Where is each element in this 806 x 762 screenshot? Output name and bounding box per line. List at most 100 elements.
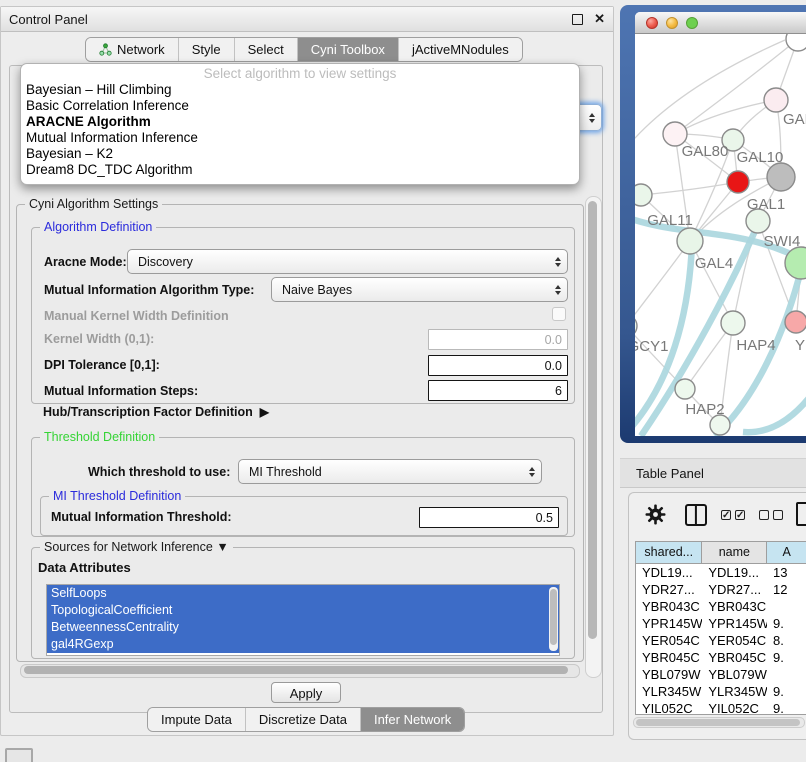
tab-style[interactable]: Style [178, 38, 234, 61]
manual-kernel-checkbox[interactable] [552, 307, 566, 321]
network-node[interactable] [764, 88, 788, 112]
manual-kernel-label: Manual Kernel Width Definition [44, 309, 229, 323]
network-node[interactable] [721, 311, 745, 335]
combo-arrows-icon [589, 110, 595, 126]
algorithm-option-basic-correlation-inference[interactable]: Basic Correlation Inference [21, 98, 579, 114]
network-edge[interactable] [690, 241, 733, 323]
table-cell: YDL19... [702, 564, 767, 581]
sources-title: Sources for Network Inference ▼ [40, 540, 233, 554]
table-row[interactable]: YER054CYER054C8. [636, 632, 806, 649]
algorithm-option-bayesian-k2[interactable]: Bayesian – K2 [21, 146, 579, 162]
table-cell [767, 666, 806, 683]
network-view-window: GALGAL80GAL10GAL1GAL11SWI4GAL4HAP4YGCY1H… [635, 12, 806, 436]
data-attribute-item[interactable]: SelfLoops [47, 585, 559, 602]
column-header-a[interactable]: A [767, 542, 806, 563]
float-window-icon[interactable] [572, 14, 583, 25]
network-node[interactable] [635, 315, 637, 337]
aracne-mode-label: Aracne Mode: [44, 255, 127, 269]
hub-definition-toggle[interactable]: Hub/Transcription Factor Definition▶ [43, 405, 269, 419]
network-node[interactable] [727, 171, 749, 193]
algorithm-option-mutual-information-inference[interactable]: Mutual Information Inference [21, 130, 579, 146]
tab-select[interactable]: Select [234, 38, 297, 61]
network-node-label: GAL1 [747, 196, 785, 213]
table-row[interactable]: YDR27...YDR27...12 [636, 581, 806, 598]
table-row[interactable]: YIL052CYIL052C9. [636, 700, 806, 715]
mi-algorithm-type-label: Mutual Information Algorithm Type: [44, 283, 254, 297]
split-columns-icon[interactable] [685, 504, 707, 526]
tab-label: Network [117, 42, 165, 57]
attributes-scrollbar-thumb[interactable] [550, 589, 557, 645]
zoom-traffic-light[interactable] [686, 17, 698, 29]
aracne-mode-combobox[interactable]: Discovery [127, 249, 568, 274]
network-edge[interactable] [675, 100, 776, 134]
kernel-width-field[interactable] [428, 329, 568, 350]
table-horizontal-scrollbar-thumb[interactable] [636, 719, 800, 726]
table-horizontal-scrollbar[interactable] [633, 717, 805, 728]
collapsed-panel-icon[interactable] [5, 748, 33, 762]
which-threshold-combobox[interactable]: MI Threshold [238, 459, 542, 484]
table-row[interactable]: YBR045CYBR045C9. [636, 649, 806, 666]
combo-arrows-icon [555, 282, 561, 298]
network-node[interactable] [675, 379, 695, 399]
cyni-toolbox-panel: Select algorithm to view settings Bayesi… [9, 65, 603, 713]
attributes-scrollbar[interactable] [549, 587, 558, 651]
table-row[interactable]: YDL19...YDL19...13 [636, 564, 806, 581]
network-node[interactable] [785, 311, 806, 333]
collapse-down-icon[interactable]: ▼ [216, 540, 228, 554]
cyni-algorithm-settings-group: Cyni Algorithm Settings Algorithm Defini… [16, 204, 584, 662]
settings-vertical-scrollbar-thumb[interactable] [588, 201, 597, 639]
network-node[interactable] [786, 34, 806, 51]
settings-horizontal-scrollbar-thumb[interactable] [24, 666, 568, 674]
tab-jactivemnodules[interactable]: jActiveMNodules [398, 38, 522, 61]
column-header-name[interactable]: name [702, 542, 767, 563]
dpi-tolerance-field[interactable] [428, 355, 568, 376]
tab-cyni-toolbox[interactable]: Cyni Toolbox [297, 38, 398, 61]
table-cell: YDR27... [702, 581, 767, 598]
document-icon[interactable] [796, 502, 806, 526]
apply-button[interactable]: Apply [271, 682, 341, 703]
settings-horizontal-scrollbar[interactable] [20, 664, 580, 678]
network-edge[interactable] [635, 40, 785, 152]
network-node[interactable] [635, 184, 652, 206]
algorithm-option-bayesian-hill-climbing[interactable]: Bayesian – Hill Climbing [21, 82, 579, 98]
tab-discretize-data[interactable]: Discretize Data [245, 708, 360, 731]
mi-threshold-definition-group: MI Threshold Definition Mutual Informati… [40, 496, 568, 536]
screen: Control Panel ✕ NetworkStyleSelectCyni T… [0, 0, 806, 762]
network-edge[interactable] [641, 182, 738, 195]
network-node[interactable] [677, 228, 703, 254]
network-node[interactable] [767, 163, 795, 191]
table-row[interactable]: YPR145WYPR145W9. [636, 615, 806, 632]
network-node-label: Y [795, 337, 805, 354]
table-row[interactable]: YLR345WYLR345W9. [636, 683, 806, 700]
mi-steps-field[interactable] [428, 380, 568, 401]
gear-icon[interactable] [645, 504, 666, 530]
table-cell: YBR043C [702, 598, 767, 615]
table-row[interactable]: YBL079WYBL079W [636, 666, 806, 683]
show-checked-columns-icon[interactable]: ✓ ✓ [721, 510, 745, 520]
table-row[interactable]: YBR043CYBR043C [636, 598, 806, 615]
settings-vertical-scrollbar[interactable] [585, 196, 602, 678]
mi-steps-label: Mutual Information Steps: [44, 384, 198, 398]
tab-network[interactable]: Network [86, 38, 178, 61]
tab-label: Style [192, 42, 221, 57]
network-node[interactable] [710, 415, 730, 435]
minimize-traffic-light[interactable] [666, 17, 678, 29]
settings-group-title: Cyni Algorithm Settings [25, 197, 162, 211]
mi-threshold-field[interactable] [419, 507, 559, 528]
table-cell: 9. [767, 615, 806, 632]
tab-infer-network[interactable]: Infer Network [360, 708, 464, 731]
close-icon[interactable]: ✕ [594, 13, 605, 25]
data-attribute-item[interactable]: BetweennessCentrality [47, 619, 559, 636]
network-canvas[interactable]: GALGAL80GAL10GAL1GAL11SWI4GAL4HAP4YGCY1H… [635, 34, 806, 436]
tab-label: jActiveMNodules [412, 42, 509, 57]
attribute-table: shared...nameA YDL19...YDL19...13YDR27..… [635, 541, 806, 715]
mi-algorithm-type-combobox[interactable]: Naive Bayes [271, 277, 568, 302]
algorithm-option-dream8-dc-tdc-algorithm[interactable]: Dream8 DC_TDC Algorithm [21, 162, 579, 178]
hide-columns-icon[interactable] [759, 510, 783, 520]
tab-impute-data[interactable]: Impute Data [148, 708, 245, 731]
data-attribute-item[interactable]: TopologicalCoefficient [47, 602, 559, 619]
data-attribute-item[interactable]: gal4RGexp [47, 636, 559, 653]
close-traffic-light[interactable] [646, 17, 658, 29]
algorithm-option-aracne-algorithm[interactable]: ARACNE Algorithm [21, 114, 579, 130]
column-header-shared[interactable]: shared... [636, 542, 702, 563]
